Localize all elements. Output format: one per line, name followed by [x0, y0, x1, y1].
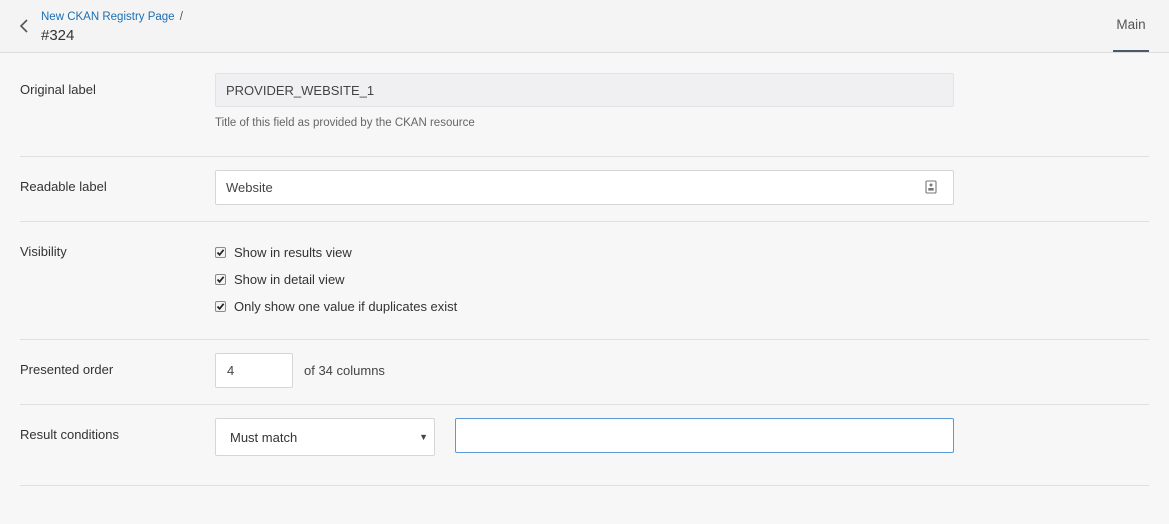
divider — [20, 156, 1149, 157]
breadcrumb-separator: / — [179, 11, 183, 23]
original-label-help: Title of this field as provided by the C… — [215, 117, 475, 129]
checkbox-label: Show in results view — [234, 245, 352, 260]
visibility-label: Visibility — [20, 244, 67, 259]
checkbox-label: Show in detail view — [234, 272, 345, 287]
chevron-left-icon — [19, 19, 28, 33]
checkmark-icon — [216, 249, 225, 257]
contact-card-icon — [925, 180, 937, 194]
presented-order-input[interactable]: 4 — [215, 353, 293, 388]
checkbox-only-one-value[interactable]: Only show one value if duplicates exist — [215, 299, 457, 314]
checkbox[interactable] — [215, 247, 226, 258]
divider — [20, 221, 1149, 222]
match-type-select[interactable]: Must match ▼ — [215, 418, 435, 456]
divider — [20, 404, 1149, 405]
breadcrumb: New CKAN Registry Page / — [41, 11, 183, 23]
original-label-label: Original label — [20, 82, 96, 97]
checkbox-show-in-results[interactable]: Show in results view — [215, 245, 352, 260]
select-value: Must match — [230, 429, 298, 445]
back-button[interactable] — [14, 16, 34, 36]
divider — [20, 485, 1149, 486]
readable-label-input[interactable]: Website — [215, 170, 954, 205]
top-bar: New CKAN Registry Page / #324 Main — [0, 0, 1169, 53]
result-conditions-label: Result conditions — [20, 427, 119, 442]
condition-value-input[interactable] — [455, 418, 954, 453]
checkbox[interactable] — [215, 301, 226, 312]
checkmark-icon — [216, 303, 225, 311]
checkbox-label: Only show one value if duplicates exist — [234, 299, 458, 314]
checkbox[interactable] — [215, 274, 226, 285]
original-label-field: PROVIDER_WEBSITE_1 — [215, 73, 954, 107]
breadcrumb-link[interactable]: New CKAN Registry Page — [41, 11, 175, 23]
column-count-text: of 34 columns — [304, 363, 385, 378]
dropdown-arrow-icon: ▼ — [419, 432, 428, 442]
tab-main[interactable]: Main — [1113, 0, 1149, 52]
presented-order-label: Presented order — [20, 362, 114, 377]
readable-label-label: Readable label — [20, 179, 107, 194]
divider — [20, 339, 1149, 340]
checkmark-icon — [216, 276, 225, 284]
page-title: #324 — [41, 27, 75, 44]
checkbox-show-in-detail[interactable]: Show in detail view — [215, 272, 345, 287]
